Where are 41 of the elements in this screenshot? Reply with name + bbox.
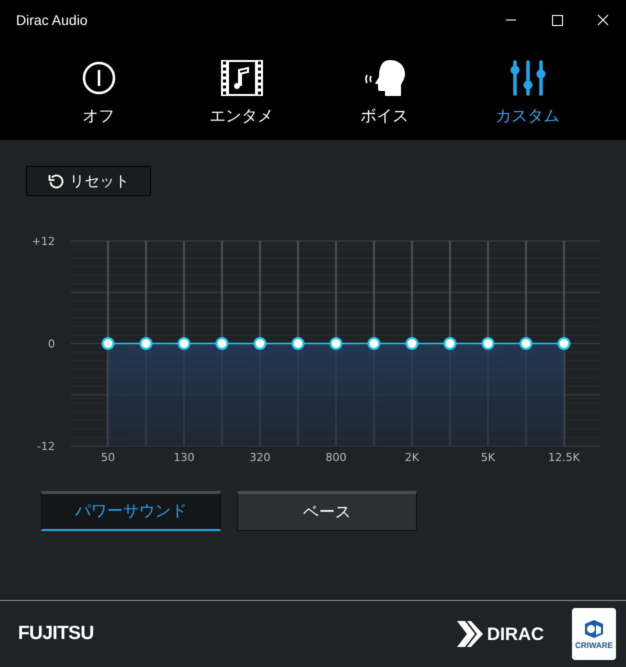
axis-label: 0: [48, 338, 55, 350]
reset-button[interactable]: リセット: [26, 166, 151, 196]
band-handle[interactable]: [216, 337, 228, 350]
brand-logo: FUJITSU: [18, 623, 94, 645]
brand-logo: DIRAC: [487, 624, 544, 644]
band-handle[interactable]: [140, 337, 152, 350]
axis-label: 130: [174, 451, 194, 464]
mode-tab[interactable]: カスタム: [456, 40, 599, 140]
axis-label: 5K: [480, 451, 496, 464]
axis-label: +12: [32, 235, 55, 248]
axis-label: 50: [101, 451, 115, 464]
band-handle[interactable]: [178, 337, 190, 350]
cube-icon: [583, 618, 605, 638]
band-handle[interactable]: [102, 337, 114, 350]
window-title: Dirac Audio: [16, 12, 88, 28]
preset-button[interactable]: ベース: [237, 491, 417, 531]
axis-label: 320: [250, 451, 270, 464]
band-handle[interactable]: [406, 337, 418, 350]
preset-button[interactable]: パワーサウンド: [41, 491, 221, 531]
mode-tab[interactable]: オフ: [27, 40, 170, 140]
mode-tab[interactable]: エンタメ: [170, 40, 313, 140]
equalizer-icon: [508, 60, 546, 96]
speaking-head-icon: [362, 60, 406, 96]
band-handle[interactable]: [254, 337, 266, 350]
band-handle[interactable]: [292, 337, 304, 350]
film-music-icon: [220, 60, 262, 96]
mode-tab[interactable]: ボイス: [313, 40, 456, 140]
band-handle[interactable]: [482, 337, 494, 350]
play-logo-icon: [457, 621, 483, 647]
band-handle[interactable]: [368, 337, 380, 350]
axis-label: 12.5K: [548, 451, 580, 464]
band-handle[interactable]: [444, 337, 456, 350]
brand-logo: CRIWARE: [575, 640, 613, 650]
band-handle[interactable]: [330, 337, 342, 350]
axis-label: -12: [37, 440, 55, 453]
axis-label: 800: [326, 451, 346, 464]
axis-label: 2K: [404, 451, 420, 464]
band-handle[interactable]: [558, 337, 570, 350]
band-handle[interactable]: [520, 337, 532, 350]
power-icon: [82, 60, 116, 96]
undo-icon: [48, 173, 64, 189]
